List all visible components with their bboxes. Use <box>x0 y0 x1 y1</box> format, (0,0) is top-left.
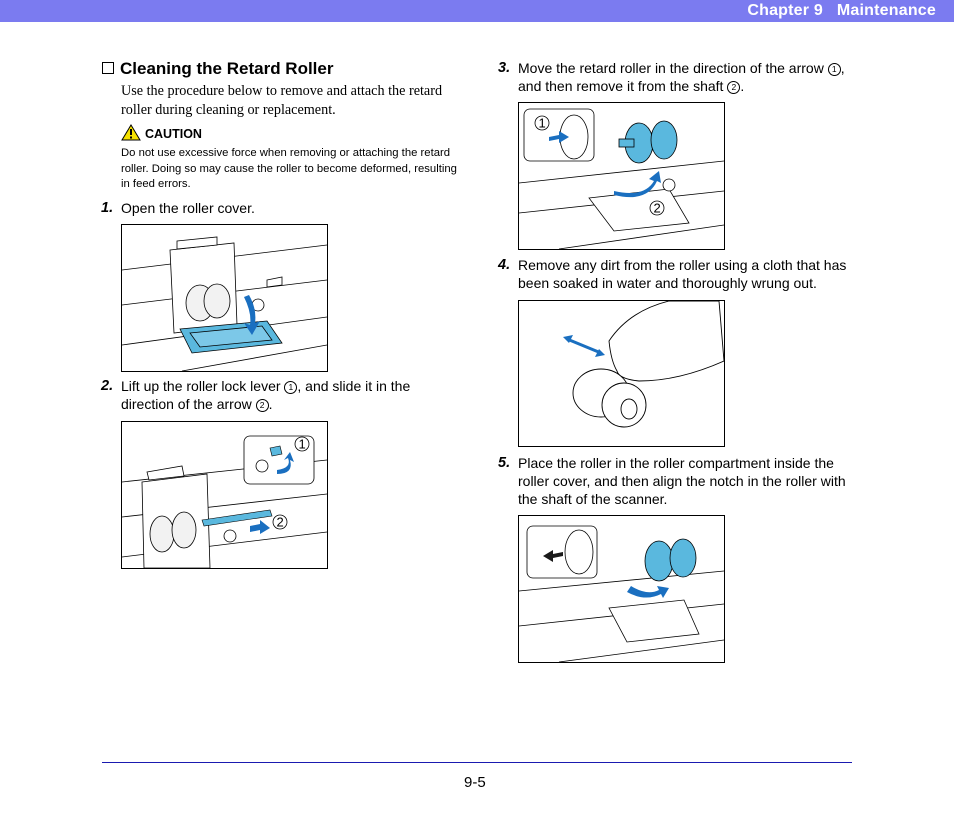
page-number: 9-5 <box>464 774 486 791</box>
illustration-clean-roller <box>563 301 724 428</box>
callout-marker-1: 1 <box>827 63 841 76</box>
callout-2: 2 <box>654 201 661 216</box>
section-title: Cleaning the Retard Roller <box>120 59 334 78</box>
callout-1: 1 <box>299 437 306 452</box>
caution-label: CAUTION <box>145 127 202 141</box>
callout-marker-2: 2 <box>727 81 741 94</box>
illustration-lock-lever: 1 2 <box>122 435 327 568</box>
callout-marker-1: 1 <box>284 381 298 394</box>
callout-2: 2 <box>277 515 284 530</box>
step-number: 3. <box>498 60 511 76</box>
chapter-header-bar: Chapter 9 Maintenance <box>0 0 954 22</box>
figure-clean-roller <box>518 300 725 447</box>
step-2: 2. Lift up the roller lock lever 1, and … <box>101 377 461 413</box>
callout-1: 1 <box>539 116 546 131</box>
step-text: . <box>740 78 745 94</box>
step-text: Remove any dirt from the roller using a … <box>518 257 847 291</box>
step-text: . <box>268 396 273 412</box>
callout-marker-2: 2 <box>255 399 269 412</box>
step-text: Open the roller cover. <box>121 200 255 216</box>
caution-heading: CAUTION <box>121 124 202 141</box>
footer-divider <box>102 762 852 763</box>
warning-icon <box>121 124 141 141</box>
figure-remove-roller: 1 2 <box>518 102 725 250</box>
curved-arrow-icon <box>627 586 669 598</box>
illustration-remove-roller: 1 2 <box>519 108 724 249</box>
step-text: Move the retard roller in the direction … <box>518 60 828 76</box>
step-number: 4. <box>498 257 511 273</box>
caution-text: Do not use excessive force when removing… <box>121 147 457 190</box>
step-1: 1. Open the roller cover. <box>101 199 461 217</box>
figure-roller-lock-lever: 1 2 <box>121 421 328 569</box>
step-number: 5. <box>498 455 511 471</box>
right-arrow-icon <box>250 520 270 534</box>
step-3: 3. Move the retard roller in the directi… <box>498 59 858 95</box>
step-number: 1. <box>101 200 114 216</box>
figure-open-roller-cover <box>121 224 328 372</box>
illustration-place-roller <box>519 525 724 662</box>
step-text: Lift up the roller lock lever <box>121 378 285 394</box>
checkbox-bullet-icon <box>102 62 114 74</box>
step-4: 4. Remove any dirt from the roller using… <box>498 256 858 292</box>
step-text: Place the roller in the roller compartme… <box>518 455 846 507</box>
section-heading: Cleaning the Retard Roller <box>102 59 333 79</box>
step-5: 5. Place the roller in the roller compar… <box>498 454 858 508</box>
intro-text: Use the procedure below to remove and at… <box>121 83 443 118</box>
chapter-title: Chapter 9 Maintenance <box>747 2 936 19</box>
step-number: 2. <box>101 378 114 394</box>
figure-place-roller <box>518 515 725 663</box>
illustration-roller-cover <box>122 236 327 371</box>
